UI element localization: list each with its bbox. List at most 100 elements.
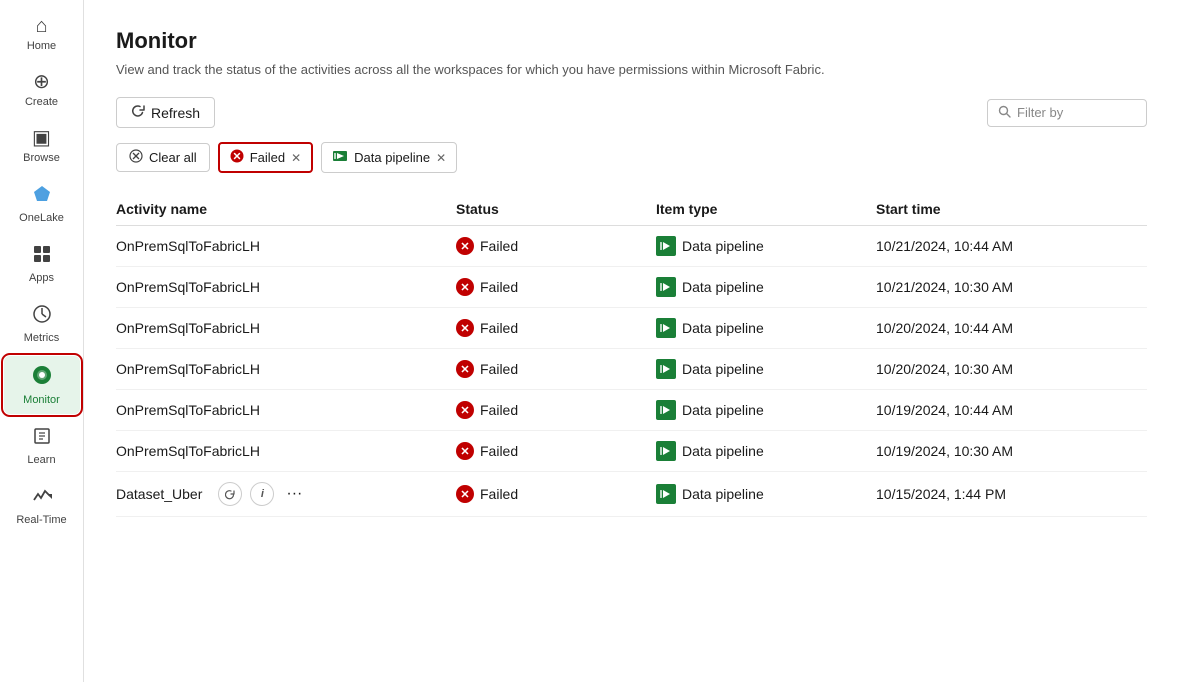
- failed-icon: ✕: [456, 278, 474, 296]
- filter-placeholder: Filter by: [1017, 105, 1063, 120]
- start-time-cell: 10/19/2024, 10:30 AM: [876, 443, 1147, 459]
- item-type-cell: Data pipeline: [656, 441, 876, 461]
- sidebar-item-label: Learn: [27, 454, 55, 466]
- sidebar-item-label: Metrics: [24, 332, 59, 344]
- sidebar-item-metrics[interactable]: Metrics: [4, 296, 80, 352]
- table-row: OnPremSqlToFabricLH ✕ Failed Data pipeli…: [116, 349, 1147, 390]
- activity-name[interactable]: OnPremSqlToFabricLH: [116, 238, 260, 254]
- learn-icon: [32, 426, 52, 450]
- clear-all-button[interactable]: Clear all: [116, 143, 210, 172]
- refresh-icon: [131, 104, 145, 121]
- sidebar-item-label: Real-Time: [16, 514, 66, 526]
- clear-all-label: Clear all: [149, 150, 197, 165]
- apps-icon: [32, 244, 52, 268]
- pipeline-type-icon: [656, 318, 676, 338]
- table-row: OnPremSqlToFabricLH ✕ Failed Data pipeli…: [116, 390, 1147, 431]
- info-icon: i: [261, 488, 264, 500]
- item-type-cell: Data pipeline: [656, 359, 876, 379]
- table-row: OnPremSqlToFabricLH ✕ Failed Data pipeli…: [116, 226, 1147, 267]
- refresh-button[interactable]: Refresh: [116, 97, 215, 128]
- sidebar-item-realtime[interactable]: Real-Time: [4, 478, 80, 534]
- activity-name-cell: Dataset_Uber i ···: [116, 482, 456, 506]
- status-cell: ✕ Failed: [456, 485, 656, 503]
- filter-chip-data-pipeline[interactable]: Data pipeline ✕: [321, 142, 457, 173]
- sidebar-item-home[interactable]: ⌂ Home: [4, 8, 80, 60]
- col-header-activity-name: Activity name: [116, 201, 456, 217]
- table-row: OnPremSqlToFabricLH ✕ Failed Data pipeli…: [116, 267, 1147, 308]
- table-row: Dataset_Uber i ··· ✕ Failed: [116, 472, 1147, 517]
- item-type-label: Data pipeline: [682, 361, 764, 377]
- monitor-icon: [31, 364, 53, 390]
- activity-name[interactable]: OnPremSqlToFabricLH: [116, 443, 260, 459]
- item-type-cell: Data pipeline: [656, 400, 876, 420]
- start-time-cell: 10/21/2024, 10:44 AM: [876, 238, 1147, 254]
- onelake-icon: [32, 184, 52, 208]
- row-actions: i ···: [218, 482, 306, 506]
- col-header-start-time: Start time: [876, 201, 1147, 217]
- pipeline-type-icon: [656, 400, 676, 420]
- sidebar-item-label: OneLake: [19, 212, 64, 224]
- filter-input[interactable]: Filter by: [987, 99, 1147, 127]
- start-time-cell: 10/21/2024, 10:30 AM: [876, 279, 1147, 295]
- page-subtitle: View and track the status of the activit…: [116, 62, 1147, 77]
- pipeline-chip-close[interactable]: ✕: [436, 151, 446, 165]
- item-type-label: Data pipeline: [682, 486, 764, 502]
- failed-icon: ✕: [456, 485, 474, 503]
- main-content: Monitor View and track the status of the…: [84, 0, 1179, 682]
- pipeline-type-icon: [656, 236, 676, 256]
- start-time-cell: 10/20/2024, 10:44 AM: [876, 320, 1147, 336]
- more-options-button[interactable]: ···: [282, 483, 306, 505]
- sidebar: ⌂ Home ⊕ Create ▣ Browse OneLake Apps: [0, 0, 84, 682]
- activity-name[interactable]: OnPremSqlToFabricLH: [116, 402, 260, 418]
- status-cell: ✕ Failed: [456, 278, 656, 296]
- status-cell: ✕ Failed: [456, 401, 656, 419]
- pipeline-chip-icon: [332, 148, 348, 167]
- col-header-item-type: Item type: [656, 201, 876, 217]
- status-label: Failed: [480, 443, 518, 459]
- sidebar-item-apps[interactable]: Apps: [4, 236, 80, 292]
- status-label: Failed: [480, 361, 518, 377]
- pipeline-type-icon: [656, 277, 676, 297]
- activity-name[interactable]: OnPremSqlToFabricLH: [116, 320, 260, 336]
- activity-name[interactable]: OnPremSqlToFabricLH: [116, 279, 260, 295]
- start-time-cell: 10/19/2024, 10:44 AM: [876, 402, 1147, 418]
- toolbar: Refresh Filter by: [116, 97, 1147, 128]
- sidebar-item-onelake[interactable]: OneLake: [4, 176, 80, 232]
- sidebar-item-label: Create: [25, 96, 58, 108]
- activity-name-cell: OnPremSqlToFabricLH: [116, 402, 456, 418]
- status-cell: ✕ Failed: [456, 237, 656, 255]
- sidebar-item-label: Browse: [23, 152, 60, 164]
- sidebar-item-label: Home: [27, 40, 56, 52]
- sidebar-item-create[interactable]: ⊕ Create: [4, 64, 80, 116]
- rerun-button[interactable]: [218, 482, 242, 506]
- failed-chip-close[interactable]: ✕: [291, 151, 301, 165]
- item-type-label: Data pipeline: [682, 320, 764, 336]
- item-type-cell: Data pipeline: [656, 318, 876, 338]
- status-cell: ✕ Failed: [456, 442, 656, 460]
- item-type-cell: Data pipeline: [656, 484, 876, 504]
- col-header-status: Status: [456, 201, 656, 217]
- filters-row: Clear all Failed ✕ Data pipeli: [116, 142, 1147, 173]
- activity-name-cell: OnPremSqlToFabricLH: [116, 361, 456, 377]
- pipeline-chip-label: Data pipeline: [354, 150, 430, 165]
- item-type-label: Data pipeline: [682, 238, 764, 254]
- clear-all-icon: [129, 149, 143, 166]
- status-cell: ✕ Failed: [456, 319, 656, 337]
- activity-name[interactable]: OnPremSqlToFabricLH: [116, 361, 260, 377]
- activity-name-cell: OnPremSqlToFabricLH: [116, 279, 456, 295]
- pipeline-type-icon: [656, 359, 676, 379]
- sidebar-item-browse[interactable]: ▣ Browse: [4, 120, 80, 172]
- failed-icon: ✕: [456, 442, 474, 460]
- item-type-label: Data pipeline: [682, 402, 764, 418]
- failed-icon: ✕: [456, 401, 474, 419]
- item-type-cell: Data pipeline: [656, 277, 876, 297]
- failed-chip-icon: [230, 149, 244, 166]
- sidebar-item-monitor[interactable]: Monitor: [4, 356, 80, 414]
- activity-name-cell: OnPremSqlToFabricLH: [116, 238, 456, 254]
- info-button[interactable]: i: [250, 482, 274, 506]
- status-label: Failed: [480, 402, 518, 418]
- sidebar-item-learn[interactable]: Learn: [4, 418, 80, 474]
- activity-name[interactable]: Dataset_Uber: [116, 486, 202, 502]
- filter-chip-failed[interactable]: Failed ✕: [218, 142, 313, 173]
- start-time-cell: 10/15/2024, 1:44 PM: [876, 486, 1147, 502]
